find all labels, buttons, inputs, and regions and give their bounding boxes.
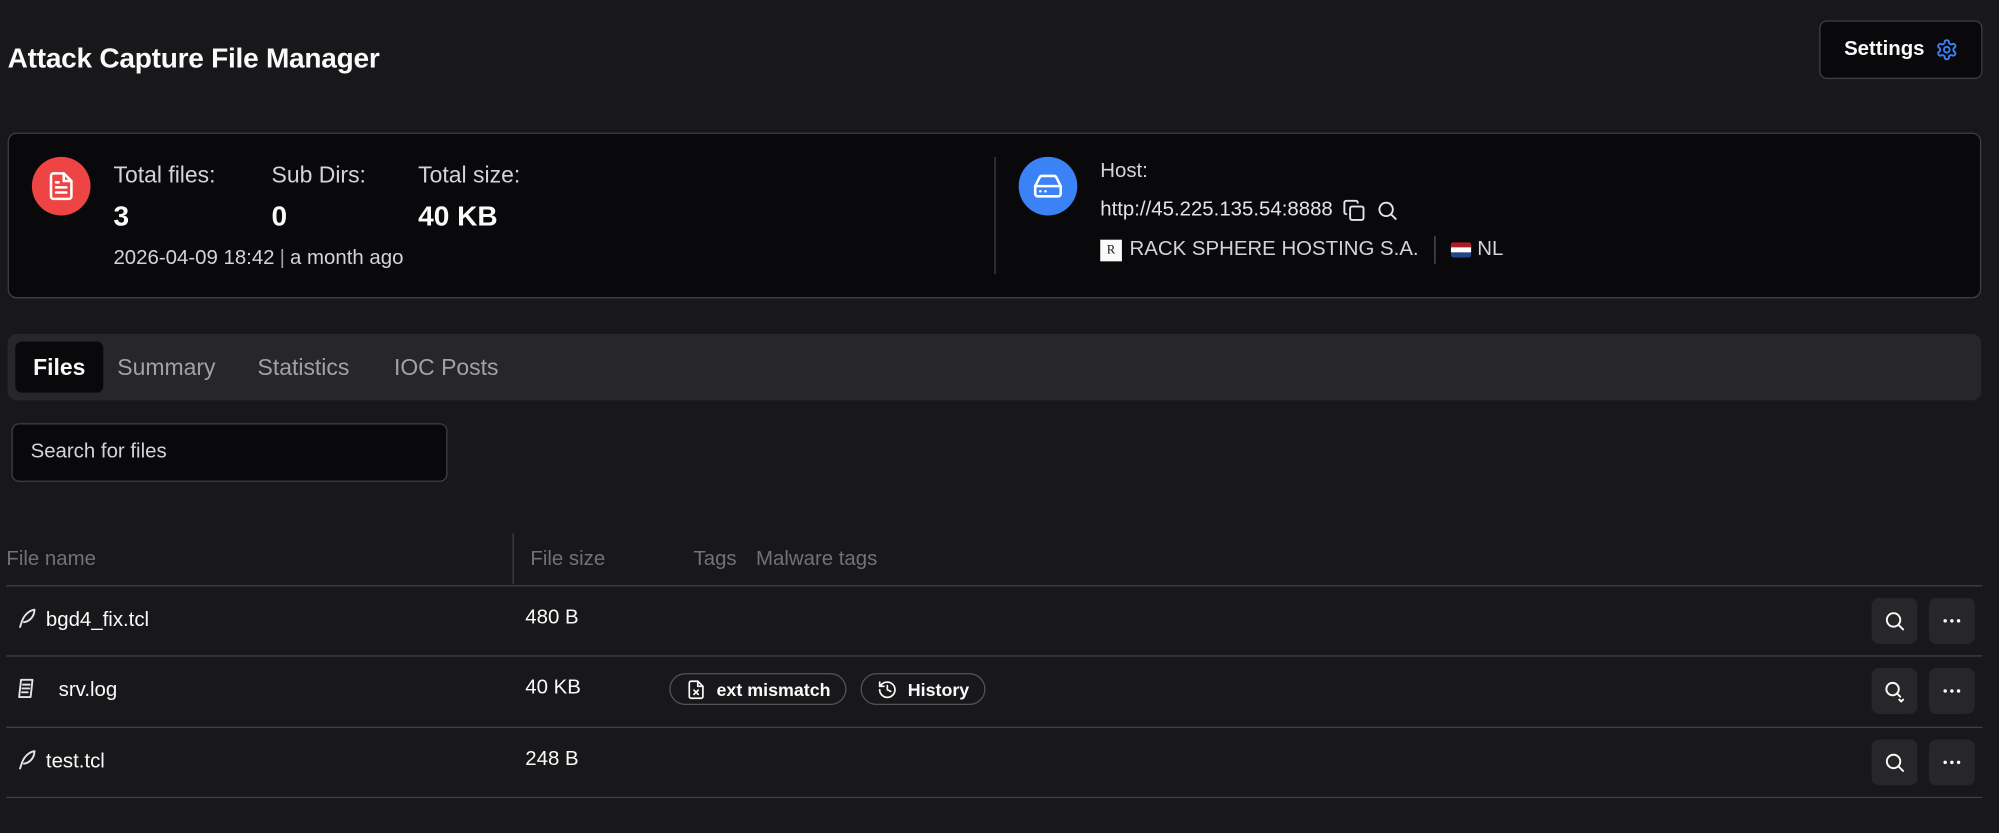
- tab-statistics[interactable]: Statistics: [240, 342, 368, 393]
- more-actions-button[interactable]: [1928, 739, 1975, 786]
- file-size: 248 B: [525, 748, 579, 771]
- table-row[interactable]: test.tcl 248 B: [6, 727, 1982, 797]
- total-size-label: Total size:: [418, 161, 521, 188]
- gear-icon: [1936, 39, 1956, 61]
- settings-button[interactable]: Settings: [1819, 20, 1983, 80]
- copy-icon[interactable]: [1343, 199, 1366, 222]
- inspect-file-button[interactable]: [1871, 668, 1918, 714]
- total-files-label: Total files:: [113, 161, 216, 188]
- search-icon: [1885, 612, 1905, 631]
- total-files-value: 3: [113, 200, 130, 233]
- capture-summary-card: Total files: 3 Sub Dirs: 0 Total size: 4…: [7, 132, 1982, 299]
- card-divider: [994, 156, 996, 275]
- table-row[interactable]: srv.log 40 KB ext mismatch History: [6, 655, 1982, 725]
- table-row[interactable]: bgd4_fix.tcl 480 B: [6, 585, 1982, 655]
- total-size-value: 40 KB: [418, 200, 498, 233]
- more-actions-button[interactable]: [1928, 668, 1975, 714]
- file-search-input[interactable]: [11, 423, 448, 482]
- text-file-icon: [18, 678, 34, 699]
- host-org-row: R RACK SPHERE HOSTING S.A. NL: [1100, 235, 1504, 264]
- inspect-file-button[interactable]: [1871, 739, 1918, 786]
- file-size: 480 B: [525, 606, 579, 629]
- tag-label: History: [907, 678, 970, 700]
- host-url[interactable]: http://45.225.135.54:8888: [1100, 199, 1333, 222]
- file-text-icon: [49, 172, 73, 201]
- ext-mismatch-tag[interactable]: ext mismatch: [669, 673, 848, 706]
- sub-dirs-label: Sub Dirs:: [271, 161, 366, 188]
- netherlands-flag-icon: [1450, 242, 1471, 258]
- column-header-tags: Tags: [693, 548, 737, 570]
- timestamp-separator: |: [279, 247, 285, 270]
- history-tag[interactable]: History: [860, 673, 986, 706]
- host-icon-badge: [1018, 156, 1078, 216]
- history-icon: [878, 680, 896, 698]
- host-url-row: http://45.225.135.54:8888: [1100, 199, 1399, 222]
- feather-icon: [19, 608, 36, 628]
- more-actions-button[interactable]: [1928, 597, 1975, 644]
- org-logo: R: [1100, 239, 1122, 261]
- host-label: Host:: [1100, 160, 1148, 183]
- app-root: Attack Capture File Manager Settings Tot…: [0, 0, 1999, 833]
- file-size: 40 KB: [525, 676, 581, 699]
- search-dropdown-icon: [1885, 681, 1905, 703]
- column-resize-handle[interactable]: [512, 532, 514, 584]
- file-name[interactable]: bgd4_fix.tcl: [46, 609, 149, 632]
- inspect-file-button[interactable]: [1871, 597, 1918, 644]
- country-code: NL: [1477, 238, 1504, 261]
- tab-bar: Files Summary Statistics IOC Posts: [7, 334, 1982, 401]
- timestamp-absolute: 2026-04-09 18:42: [113, 247, 275, 270]
- file-icon-badge: [31, 156, 91, 216]
- total-files-stat: Total files: 3: [113, 162, 215, 233]
- ellipsis-icon: [1943, 689, 1961, 693]
- settings-label: Settings: [1844, 38, 1925, 60]
- search-icon[interactable]: [1376, 199, 1399, 222]
- file-name[interactable]: srv.log: [59, 680, 118, 703]
- feather-icon: [19, 750, 36, 770]
- tab-ioc-posts[interactable]: IOC Posts: [376, 342, 516, 393]
- server-drive-icon: [1033, 174, 1062, 198]
- tab-files[interactable]: Files: [15, 341, 104, 393]
- ellipsis-icon: [1943, 619, 1961, 623]
- org-name[interactable]: RACK SPHERE HOSTING S.A.: [1130, 238, 1419, 261]
- capture-timestamp: 2026-04-09 18:42 | a month ago: [113, 247, 403, 270]
- timestamp-relative: a month ago: [290, 247, 404, 270]
- column-header-file-name[interactable]: File name: [6, 548, 96, 571]
- ellipsis-icon: [1943, 760, 1961, 765]
- sub-dirs-stat: Sub Dirs: 0: [272, 162, 366, 233]
- column-header-malware-tags: Malware tags: [756, 548, 878, 570]
- column-header-file-size[interactable]: File size: [530, 548, 605, 571]
- search-icon: [1885, 753, 1905, 772]
- tag-label: ext mismatch: [716, 678, 831, 700]
- file-name[interactable]: test.tcl: [46, 751, 105, 774]
- org-separator: [1433, 235, 1436, 264]
- total-size-stat: Total size: 40 KB: [418, 162, 520, 233]
- table-divider: [6, 796, 1983, 799]
- page-title: Attack Capture File Manager: [7, 42, 380, 74]
- sub-dirs-value: 0: [271, 200, 288, 233]
- tab-summary[interactable]: Summary: [99, 342, 233, 393]
- file-x-icon: [688, 679, 704, 699]
